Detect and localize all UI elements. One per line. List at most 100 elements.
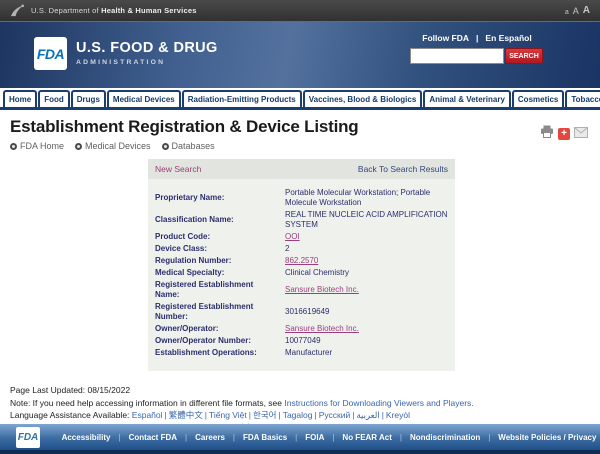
nav-tab-food[interactable]: Food [38,90,70,107]
detail-panel-header: New Search Back To Search Results [148,159,455,179]
separator: | [332,433,334,442]
footer-link-accessibility[interactable]: Accessibility [62,433,111,442]
separator: | [278,410,280,420]
field-value: Manufacturer [285,348,448,358]
breadcrumb-label: FDA Home [20,141,64,151]
email-icon[interactable] [574,125,588,143]
footer-link-nondiscrimination[interactable]: Nondiscrimination [410,433,480,442]
header-utilities: Follow FDA | En Español SEARCH [410,33,544,64]
separator: | [352,410,354,420]
language-link-6[interactable]: العربية [356,410,379,420]
table-row: Registered Establishment Name:Sansure Bi… [155,280,448,301]
field-label: Owner/Operator Number: [155,336,285,346]
last-updated: Page Last Updated: 08/15/2022 [10,384,590,397]
field-value-link[interactable]: Sansure Biotech Inc. [285,324,448,334]
share-icon[interactable]: + [558,128,570,140]
nav-tab-tobacco-products[interactable]: Tobacco Products [565,90,600,107]
page-head: Establishment Registration & Device List… [0,110,600,151]
nav-tab-cosmetics[interactable]: Cosmetics [512,90,564,107]
footer-link-foia[interactable]: FOIA [305,433,324,442]
header-search-input[interactable] [410,48,504,64]
footer-fda-logo-text: FDA [18,432,39,443]
breadcrumb-item-fda-home[interactable]: FDA Home [10,141,64,151]
fda-logo-text: FDA [37,46,64,62]
field-label: Product Code: [155,232,285,242]
font-size-medium-button[interactable]: A [573,6,579,16]
dept-prefix: U.S. Department of [31,6,99,15]
field-value: Clinical Chemistry [285,268,448,278]
field-label: Classification Name: [155,215,285,225]
table-row: Device Class:2 [155,244,448,254]
note-text: Note: If you need help accessing informa… [10,398,284,408]
language-link-2[interactable]: Tiếng Việt [209,410,247,420]
hhs-department-text[interactable]: U.S. Department of Health & Human Servic… [31,6,197,15]
field-value-link[interactable]: OOI [285,232,448,242]
field-label: Proprietary Name: [155,193,285,203]
page-title: Establishment Registration & Device List… [10,117,590,137]
field-value: 10077049 [285,336,448,346]
table-row: Owner/Operator:Sansure Biotech Inc. [155,324,448,334]
footer-link-careers[interactable]: Careers [195,433,225,442]
follow-fda-link[interactable]: Follow FDA [422,33,469,43]
header-search: SEARCH [410,48,544,64]
footer-link-fda-basics[interactable]: FDA Basics [243,433,287,442]
breadcrumb-label: Databases [172,141,215,151]
nav-tab-radiation-emitting-products[interactable]: Radiation-Emitting Products [182,90,302,107]
back-to-results-link[interactable]: Back To Search Results [358,164,448,174]
header-search-button[interactable]: SEARCH [505,48,543,64]
table-row: Classification Name:REAL TIME NUCLEIC AC… [155,210,448,231]
table-row: Registered Establishment Number:30166196… [155,302,448,323]
field-label: Device Class: [155,244,285,254]
follow-separator: | [476,33,478,43]
separator: | [488,433,490,442]
language-link-4[interactable]: Tagalog [283,410,313,420]
field-value: 3016619649 [285,307,448,317]
footer-link-contact-fda[interactable]: Contact FDA [129,433,177,442]
separator: | [205,410,207,420]
new-search-link[interactable]: New Search [155,164,201,174]
separator: | [400,433,402,442]
separator: | [382,410,384,420]
hhs-topbar: U.S. Department of Health & Human Servic… [0,0,600,21]
field-value-link[interactable]: 862.2570 [285,256,448,266]
breadcrumb-label: Medical Devices [85,141,151,151]
viewers-players-link[interactable]: Instructions for Downloading Viewers and… [284,398,473,408]
field-label: Regulation Number: [155,256,285,266]
nav-tab-drugs[interactable]: Drugs [71,90,106,107]
detail-table: Proprietary Name:Portable Molecular Work… [148,179,455,371]
language-link-0[interactable]: Español [132,410,163,420]
font-size-small-button[interactable]: a [565,9,569,16]
print-icon[interactable] [540,125,554,143]
fda-logo[interactable]: FDA [34,37,67,70]
table-row: Owner/Operator Number:10077049 [155,336,448,346]
table-row: Product Code:OOI [155,232,448,242]
hhs-eagle-icon [10,4,25,17]
font-size-large-button[interactable]: A [583,5,590,16]
nav-tab-animal-veterinary[interactable]: Animal & Veterinary [423,90,511,107]
separator: | [233,433,235,442]
separator: | [314,410,316,420]
field-label: Medical Specialty: [155,268,285,278]
language-link-3[interactable]: 한국어 [253,410,276,420]
breadcrumb: FDA Home Medical Devices Databases [10,141,590,151]
separator: | [295,433,297,442]
formats-note: Note: If you need help accessing informa… [10,397,590,410]
language-link-1[interactable]: 繁體中文 [169,410,203,420]
nav-tab-home[interactable]: Home [3,90,37,107]
follow-row: Follow FDA | En Español [410,33,544,43]
table-row: Medical Specialty:Clinical Chemistry [155,268,448,278]
footer-link-no-fear-act[interactable]: No FEAR Act [342,433,391,442]
breadcrumb-item-databases[interactable]: Databases [162,141,215,151]
field-value: REAL TIME NUCLEIC ACID AMPLIFICATION SYS… [285,210,448,231]
breadcrumb-item-medical-devices[interactable]: Medical Devices [75,141,151,151]
en-espanol-link[interactable]: En Español [485,33,531,43]
field-value-link[interactable]: Sansure Biotech Inc. [285,285,448,295]
field-label: Registered Establishment Name: [155,280,285,301]
nav-tab-medical-devices[interactable]: Medical Devices [107,90,181,107]
nav-tab-vaccines-blood-biologics[interactable]: Vaccines, Blood & Biologics [303,90,423,107]
separator: | [165,410,167,420]
footer-link-website-policies-privacy[interactable]: Website Policies / Privacy [498,433,596,442]
language-link-5[interactable]: Русский [319,410,351,420]
footer-fda-logo[interactable]: FDA [16,427,40,448]
separator: | [118,433,120,442]
